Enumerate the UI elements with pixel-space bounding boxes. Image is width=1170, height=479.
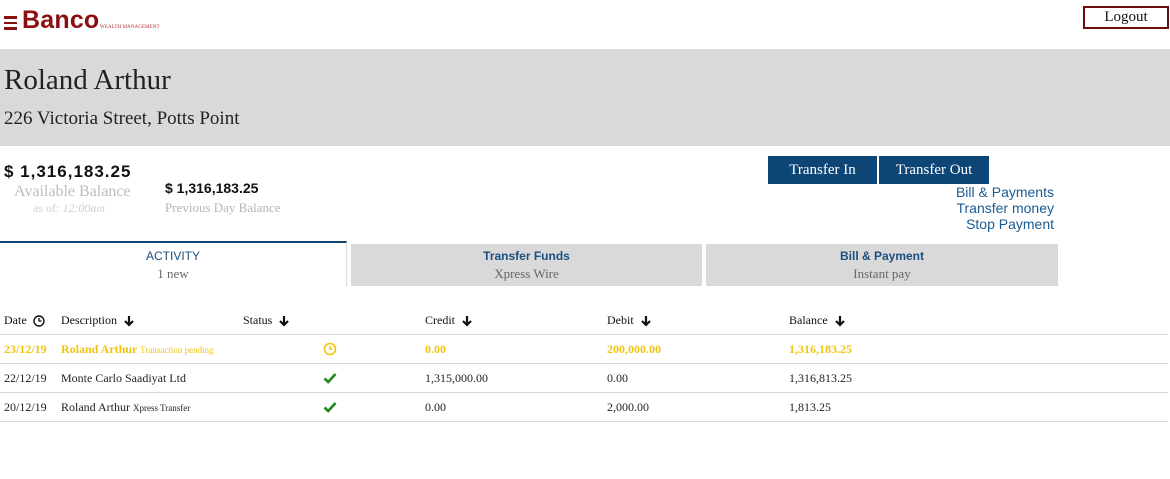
- available-balance-amount: $ 1,316,183.25: [4, 162, 132, 181]
- row-date: 22/12/19: [4, 371, 47, 385]
- column-header-date-label: Date: [4, 313, 27, 327]
- row-balance: 1,813.25: [789, 400, 831, 414]
- transfer-in-button[interactable]: Transfer In: [768, 156, 877, 184]
- column-header-balance[interactable]: Balance: [789, 306, 846, 335]
- row-description: Roland Arthur Transaction pending: [61, 335, 214, 365]
- brand-logo[interactable]: Banco: [22, 6, 99, 35]
- column-header-credit[interactable]: Credit: [425, 306, 473, 335]
- hamburger-menu-icon[interactable]: [4, 16, 17, 30]
- row-balance: 1,316,813.25: [789, 371, 852, 385]
- check-icon: [323, 372, 337, 384]
- sort-down-arrow-icon: [124, 316, 134, 327]
- row-debit: 0.00: [607, 371, 628, 385]
- column-header-description[interactable]: Description: [61, 306, 135, 335]
- sort-down-arrow-icon: [834, 316, 845, 327]
- quick-links: Bill & Payments Transfer money Stop Paym…: [956, 184, 1054, 232]
- row-description: Monte Carlo Saadiyat Ltd: [61, 364, 186, 393]
- top-bar: Banco WEALTH MANAGEMENT Logout: [0, 0, 1170, 49]
- row-note: Transaction pending: [140, 345, 214, 355]
- row-credit: 0.00: [425, 342, 446, 356]
- tab-bill-payment[interactable]: Bill & Payment Instant pay: [706, 244, 1058, 286]
- sort-down-arrow-icon: [279, 316, 290, 327]
- tab-transfer-funds[interactable]: Transfer Funds Xpress Wire: [351, 244, 702, 286]
- row-credit: 0.00: [425, 400, 446, 414]
- table-row[interactable]: 23/12/19 Roland Arthur Transaction pendi…: [0, 335, 1168, 364]
- row-status: [323, 364, 337, 393]
- as-of-time: as of: 12:00am: [33, 201, 105, 216]
- tab-transfer-funds-title: Transfer Funds: [483, 249, 570, 263]
- column-header-debit-label: Debit: [607, 313, 634, 327]
- tab-activity-subtitle: 1 new: [157, 266, 189, 281]
- row-debit: 200,000.00: [607, 342, 661, 356]
- row-date: 20/12/19: [4, 400, 47, 414]
- table-row[interactable]: 22/12/19 Monte Carlo Saadiyat Ltd 1,315,…: [0, 364, 1168, 393]
- tab-transfer-funds-subtitle: Xpress Wire: [494, 266, 559, 281]
- row-credit: 1,315,000.00: [425, 371, 488, 385]
- row-date: 23/12/19: [4, 342, 47, 356]
- row-description-text: Monte Carlo Saadiyat Ltd: [61, 371, 186, 385]
- row-description: Roland Arthur Xpress Transfer: [61, 393, 190, 423]
- bill-payments-link[interactable]: Bill & Payments: [956, 184, 1054, 200]
- column-header-status-label: Status: [243, 313, 273, 327]
- row-status: [323, 393, 337, 422]
- column-header-description-label: Description: [61, 313, 117, 327]
- column-header-debit[interactable]: Debit: [607, 306, 652, 335]
- tab-bill-payment-subtitle: Instant pay: [853, 266, 911, 281]
- stop-payment-link[interactable]: Stop Payment: [956, 216, 1054, 232]
- transfer-out-button[interactable]: Transfer Out: [879, 156, 989, 184]
- row-debit: 2,000.00: [607, 400, 649, 414]
- clock-icon: [323, 342, 337, 356]
- row-description-text: Roland Arthur: [61, 400, 130, 414]
- as-of-label: as of:: [33, 201, 60, 215]
- row-balance: 1,316,183.25: [789, 342, 852, 356]
- check-icon: [323, 401, 337, 413]
- as-of-time-value: 12:00am: [62, 201, 105, 215]
- clock-icon: [32, 315, 45, 327]
- sort-down-arrow-icon: [462, 316, 472, 327]
- tab-activity-title: ACTIVITY: [145, 249, 200, 263]
- available-balance-label: Available Balance: [14, 183, 131, 200]
- tab-activity[interactable]: ACTIVITY 1 new: [0, 241, 347, 286]
- customer-name: Roland Arthur: [4, 64, 171, 96]
- sort-down-arrow-icon: [640, 316, 651, 327]
- row-note: Xpress Transfer: [133, 403, 191, 413]
- column-header-status[interactable]: Status: [243, 306, 290, 335]
- column-header-credit-label: Credit: [425, 313, 455, 327]
- column-header-date[interactable]: Date: [4, 306, 45, 335]
- table-row[interactable]: 20/12/19 Roland Arthur Xpress Transfer 0…: [0, 393, 1168, 422]
- brand-tagline: WEALTH MANAGEMENT: [100, 25, 160, 30]
- activity-table: Date Description Status Credit Debit Bal…: [0, 306, 1168, 422]
- row-description-text: Roland Arthur: [61, 342, 138, 356]
- logout-button[interactable]: Logout: [1083, 6, 1169, 29]
- profile-banner: Roland Arthur 226 Victoria Street, Potts…: [0, 49, 1170, 146]
- table-header: Date Description Status Credit Debit Bal…: [0, 306, 1168, 335]
- transfer-money-link[interactable]: Transfer money: [956, 200, 1054, 216]
- customer-address: 226 Victoria Street, Potts Point: [4, 108, 240, 129]
- previous-day-balance-amount: $ 1,316,183.25: [165, 180, 259, 196]
- column-header-balance-label: Balance: [789, 313, 828, 327]
- tab-bill-payment-title: Bill & Payment: [839, 249, 925, 263]
- row-status: [323, 335, 337, 364]
- previous-day-balance-label: Previous Day Balance: [165, 200, 281, 215]
